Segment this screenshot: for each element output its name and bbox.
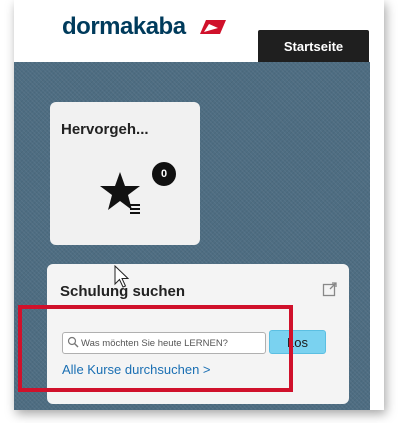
external-link-icon[interactable] — [322, 281, 338, 297]
brand-logo[interactable]: dormakaba — [62, 13, 186, 41]
tab-startseite[interactable]: Startseite — [258, 30, 369, 62]
featured-tile[interactable]: Hervorgeh... 0 — [50, 102, 200, 245]
top-bar: dormakaba Startseite — [14, 0, 384, 62]
star-list-icon — [100, 172, 140, 214]
mouse-cursor-icon — [114, 265, 130, 288]
count-badge: 0 — [150, 160, 178, 188]
highlight-box — [18, 305, 293, 392]
canvas-edge — [370, 62, 384, 410]
tab-bar-edge — [369, 30, 384, 62]
tile-title: Hervorgeh... — [61, 121, 149, 138]
logo-mark-icon — [200, 20, 226, 34]
